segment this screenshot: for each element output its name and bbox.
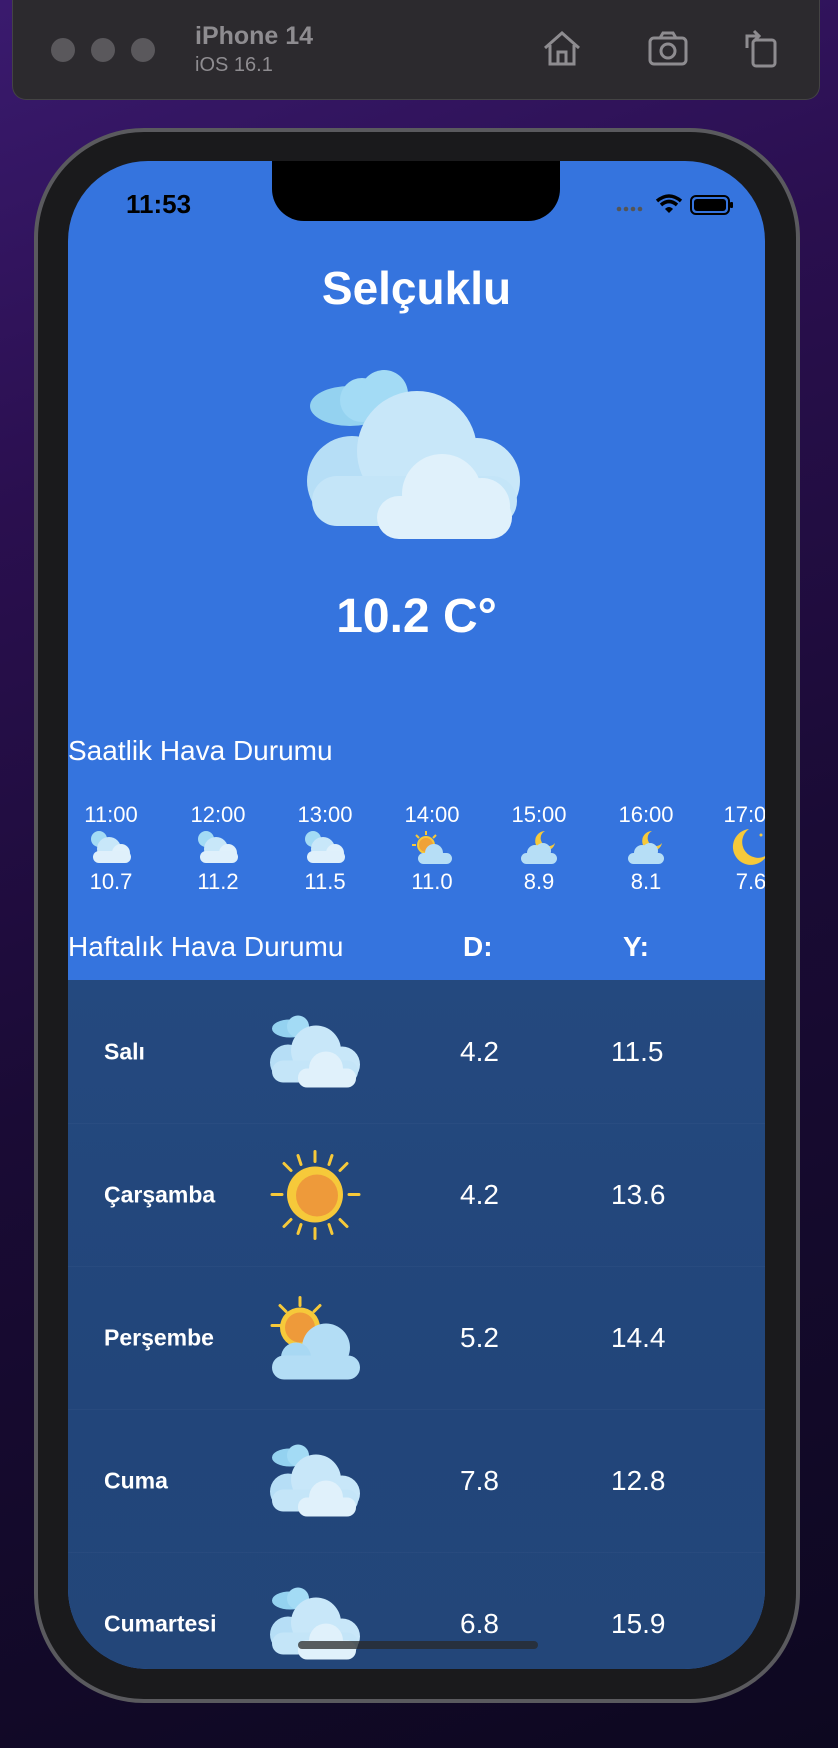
status-icons [615, 191, 735, 222]
minimize-window-button[interactable] [91, 38, 115, 62]
cloudy-icon [198, 831, 238, 863]
signal-icon [616, 206, 643, 212]
app-screen: 11:53 Selçuklu 10.2 C° Saatlik Hava Duru… [68, 161, 765, 1669]
weekly-title: Haftalık Hava Durumu [68, 931, 344, 962]
low-temp: 4.2 [460, 1178, 499, 1210]
hourly-title: Saatlik Hava Durumu [68, 735, 333, 766]
list-item: Salı 4.2 11.5 [68, 980, 765, 1124]
low-header: D: [463, 931, 493, 962]
simulator-toolbar: iPhone 14 iOS 16.1 [12, 0, 820, 100]
hour-time: 16:00 [618, 802, 674, 827]
hourly-item: 17:00 7.6 [711, 801, 765, 895]
high-header: Y: [623, 931, 649, 962]
hour-temp: 10.7 [89, 869, 133, 894]
moon-cloud-icon [521, 831, 557, 864]
moon-cloud-icon [628, 831, 664, 864]
zoom-window-button[interactable] [131, 38, 155, 62]
hour-temp: 11.0 [411, 869, 453, 894]
hour-temp: 8.9 [523, 869, 555, 894]
high-temp: 13.6 [611, 1178, 666, 1210]
day-name: Cumartesi [104, 1610, 217, 1636]
hourly-item: 14:00 11.0 [392, 801, 472, 895]
low-temp: 4.2 [460, 1035, 499, 1067]
day-name: Çarşamba [104, 1181, 216, 1207]
day-name: Cuma [104, 1467, 168, 1493]
high-temp: 15.9 [611, 1607, 666, 1639]
day-name: Salı [104, 1038, 145, 1064]
cloudy-icon [270, 1444, 360, 1516]
hour-time: 12:00 [190, 802, 246, 827]
low-temp: 6.8 [460, 1607, 499, 1639]
close-window-button[interactable] [51, 38, 75, 62]
hour-time: 17:00 [723, 802, 765, 827]
hour-temp: 8.1 [630, 869, 662, 894]
hourly-item: 15:00 8.9 [499, 801, 579, 895]
hourly-item: 12:00 11.2 [178, 801, 258, 895]
hour-temp: 11.2 [197, 869, 239, 894]
hourly-item: 16:00 8.1 [606, 801, 686, 895]
partly-sunny-icon [270, 1295, 360, 1379]
cloudy-icon [305, 831, 345, 863]
notch [272, 161, 560, 221]
os-version: iOS 16.1 [195, 54, 273, 76]
device-name: iPhone 14 [195, 22, 314, 50]
list-item: Cuma 7.8 12.8 [68, 1409, 765, 1553]
list-item: Perşembe 5.2 14.4 [68, 1266, 765, 1410]
weekly-forecast-list[interactable]: Salı 4.2 11.5 Çarşamba 4.2 13.6 Perşembe… [68, 980, 765, 1669]
screenshot-icon[interactable] [645, 26, 691, 72]
cloudy-icon [91, 831, 131, 863]
hour-time: 14:00 [404, 802, 460, 827]
cloudy-icon [270, 1015, 360, 1087]
hour-temp: 7.6 [735, 869, 765, 894]
low-temp: 5.2 [460, 1321, 499, 1353]
status-time: 11:53 [126, 189, 192, 219]
day-name: Perşembe [104, 1324, 214, 1350]
wifi-icon [655, 194, 683, 213]
sun-icon [270, 1149, 361, 1240]
hourly-item: 11:00 10.7 [71, 801, 151, 895]
partly-sunny-icon [412, 831, 452, 864]
list-item: Çarşamba 4.2 13.6 [68, 1123, 765, 1267]
battery-icon [690, 195, 733, 215]
high-temp: 12.8 [611, 1464, 666, 1496]
hour-time: 15:00 [511, 802, 567, 827]
high-temp: 11.5 [611, 1035, 664, 1067]
hourly-item: 13:00 11.5 [285, 801, 365, 895]
city-name: Selçuklu [321, 262, 512, 314]
hour-time: 11:00 [84, 802, 138, 827]
hour-temp: 11.5 [304, 869, 346, 894]
list-item: Cumartesi 6.8 15.9 [68, 1552, 765, 1669]
low-temp: 7.8 [460, 1464, 499, 1496]
rotate-icon[interactable] [739, 26, 785, 72]
current-temperature: 10.2 C° [336, 590, 497, 643]
high-temp: 14.4 [611, 1321, 666, 1353]
cloudy-icon [270, 1587, 360, 1659]
home-icon[interactable] [539, 26, 585, 72]
moon-stars-icon [732, 829, 765, 865]
hour-time: 13:00 [297, 802, 353, 827]
home-indicator[interactable] [298, 1641, 538, 1649]
cloudy-icon [307, 370, 520, 539]
